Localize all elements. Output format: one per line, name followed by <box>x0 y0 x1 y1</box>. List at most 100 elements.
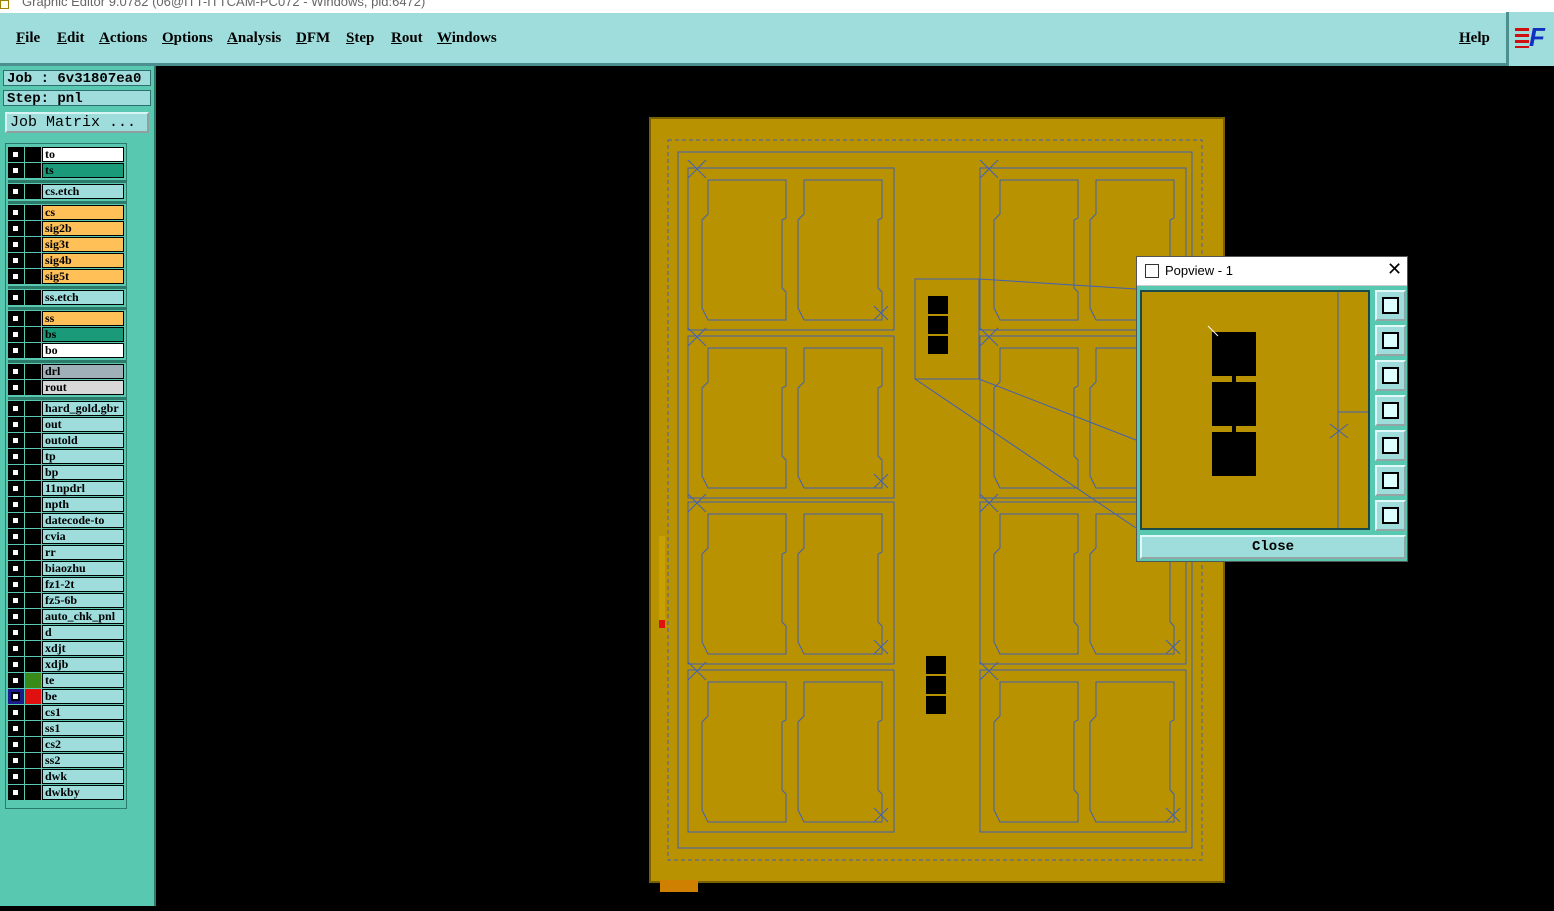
layer-color-swatch[interactable] <box>25 705 41 720</box>
layer-row[interactable]: bs <box>8 327 126 342</box>
layer-name[interactable]: cs1 <box>42 705 124 720</box>
layer-row[interactable]: rout <box>8 380 126 395</box>
layer-name[interactable]: fz1-2t <box>42 577 124 592</box>
layer-row[interactable]: d <box>8 625 126 640</box>
pan-right-button[interactable] <box>1375 430 1406 461</box>
layer-color-swatch[interactable] <box>25 343 41 358</box>
layer-row[interactable]: sig4b <box>8 253 126 268</box>
layer-color-swatch[interactable] <box>25 401 41 416</box>
layer-row[interactable]: cs.etch <box>8 184 126 199</box>
layer-checkbox[interactable] <box>11 224 20 233</box>
layer-name[interactable]: rr <box>42 545 124 560</box>
layer-checkbox[interactable] <box>11 772 20 781</box>
layer-color-swatch[interactable] <box>25 449 41 464</box>
layer-color-swatch[interactable] <box>25 721 41 736</box>
layer-name[interactable]: be <box>42 689 124 704</box>
layer-checkbox[interactable] <box>11 676 20 685</box>
layer-color-swatch[interactable] <box>25 497 41 512</box>
layer-checkbox[interactable] <box>11 293 20 302</box>
layer-name[interactable]: ss <box>42 311 124 326</box>
layer-name[interactable]: dwk <box>42 769 124 784</box>
layer-checkbox[interactable] <box>11 330 20 339</box>
layer-name[interactable]: biaozhu <box>42 561 124 576</box>
layer-row[interactable]: datecode-to <box>8 513 126 528</box>
layer-row[interactable]: ss1 <box>8 721 126 736</box>
layer-row[interactable]: npth <box>8 497 126 512</box>
layer-name[interactable]: rout <box>42 380 124 395</box>
layer-checkbox[interactable] <box>11 314 20 323</box>
layer-row[interactable]: ts <box>8 163 126 178</box>
layer-checkbox[interactable] <box>11 532 20 541</box>
layer-name[interactable]: cs2 <box>42 737 124 752</box>
layer-color-swatch[interactable] <box>25 290 41 305</box>
layer-color-swatch[interactable] <box>25 593 41 608</box>
layer-name[interactable]: bo <box>42 343 124 358</box>
layer-checkbox[interactable] <box>11 240 20 249</box>
menu-edit[interactable]: Edit <box>57 30 85 47</box>
layer-color-swatch[interactable] <box>25 465 41 480</box>
layer-row[interactable]: be <box>8 689 126 704</box>
layer-name[interactable]: cvia <box>42 529 124 544</box>
job-matrix-button[interactable]: Job Matrix ... <box>5 112 149 133</box>
layer-color-swatch[interactable] <box>25 785 41 800</box>
layer-color-swatch[interactable] <box>25 380 41 395</box>
layer-row[interactable]: sig2b <box>8 221 126 236</box>
layer-name[interactable]: cs <box>42 205 124 220</box>
layer-color-swatch[interactable] <box>25 545 41 560</box>
layer-color-swatch[interactable] <box>25 237 41 252</box>
layer-checkbox[interactable] <box>11 436 20 445</box>
layer-name[interactable]: out <box>42 417 124 432</box>
layer-name[interactable]: xdjt <box>42 641 124 656</box>
zoom-in-button[interactable] <box>1375 465 1406 496</box>
layer-color-swatch[interactable] <box>25 561 41 576</box>
layer-color-swatch[interactable] <box>25 513 41 528</box>
layer-checkbox[interactable] <box>11 516 20 525</box>
layer-checkbox[interactable] <box>11 596 20 605</box>
layer-row[interactable]: xdjb <box>8 657 126 672</box>
menu-file[interactable]: File <box>16 30 40 47</box>
layer-name[interactable]: ss1 <box>42 721 124 736</box>
layer-checkbox[interactable] <box>11 660 20 669</box>
layer-color-swatch[interactable] <box>25 433 41 448</box>
layer-name[interactable]: ss2 <box>42 753 124 768</box>
layer-row[interactable]: cs1 <box>8 705 126 720</box>
layer-checkbox[interactable] <box>11 208 20 217</box>
menu-analysis[interactable]: Analysis <box>227 30 281 47</box>
layer-row[interactable]: outold <box>8 433 126 448</box>
layer-checkbox[interactable] <box>11 404 20 413</box>
layer-color-swatch[interactable] <box>25 689 41 704</box>
layer-checkbox[interactable] <box>11 548 20 557</box>
layer-color-swatch[interactable] <box>25 269 41 284</box>
layer-row[interactable]: te <box>8 673 126 688</box>
popview-view[interactable] <box>1140 290 1370 530</box>
layer-row[interactable]: sig3t <box>8 237 126 252</box>
layer-row[interactable]: biaozhu <box>8 561 126 576</box>
pan-left-button[interactable] <box>1375 395 1406 426</box>
layer-row[interactable]: tp <box>8 449 126 464</box>
layer-name[interactable]: sig2b <box>42 221 124 236</box>
menu-step[interactable]: Step <box>346 30 374 47</box>
menu-windows[interactable]: Windows <box>437 30 497 47</box>
layer-row[interactable]: auto_chk_pnl <box>8 609 126 624</box>
layer-row[interactable]: dwkby <box>8 785 126 800</box>
menu-help[interactable]: Help <box>1459 30 1490 47</box>
layer-name[interactable]: tp <box>42 449 124 464</box>
menu-rout[interactable]: Rout <box>391 30 423 47</box>
layer-name[interactable]: te <box>42 673 124 688</box>
layer-color-swatch[interactable] <box>25 657 41 672</box>
layer-row[interactable]: fz1-2t <box>8 577 126 592</box>
pan-up-button[interactable] <box>1375 325 1406 356</box>
layer-row[interactable]: cs <box>8 205 126 220</box>
layer-color-swatch[interactable] <box>25 147 41 162</box>
layer-row[interactable]: sig5t <box>8 269 126 284</box>
zoom-window-button[interactable] <box>1375 290 1406 321</box>
layer-color-swatch[interactable] <box>25 753 41 768</box>
layer-checkbox[interactable] <box>11 644 20 653</box>
layer-name[interactable]: to <box>42 147 124 162</box>
layer-checkbox[interactable] <box>11 452 20 461</box>
layer-checkbox[interactable] <box>11 272 20 281</box>
layer-row[interactable]: dwk <box>8 769 126 784</box>
layer-checkbox[interactable] <box>11 346 20 355</box>
layer-checkbox[interactable] <box>11 150 20 159</box>
layer-checkbox[interactable] <box>11 166 20 175</box>
